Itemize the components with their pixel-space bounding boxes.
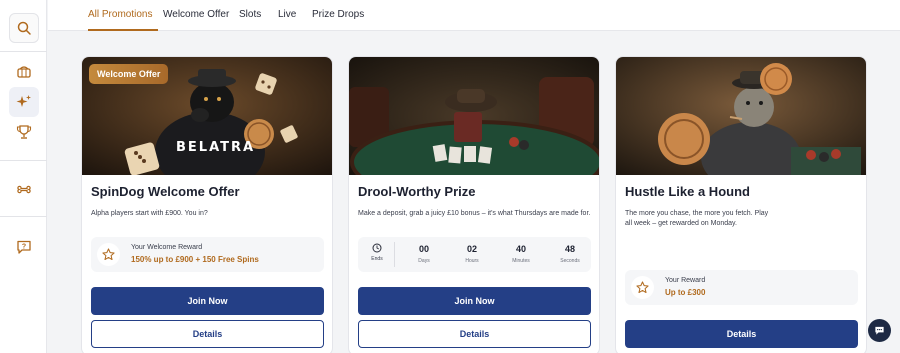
promo-image [349, 57, 599, 175]
reward-value: 150% up to £900 + 150 Free Spins [131, 255, 259, 264]
tab-slots[interactable]: Slots [239, 9, 261, 20]
ends-label: Ends [371, 256, 383, 262]
dog-gambler-illustration [616, 57, 866, 175]
welcome-offer-badge: Welcome Offer [89, 64, 169, 84]
countdown-days: 00 Days [404, 244, 444, 264]
countdown-label: Hours [465, 258, 479, 264]
sidebar-item-help[interactable]: ? [9, 232, 39, 262]
countdown-hours: 02 Hours [452, 244, 492, 264]
sidebar-item-promotions[interactable] [9, 87, 39, 117]
countdown-minutes: 40 Minutes [501, 244, 541, 264]
card-description: The more you chase, the more you fetch. … [625, 210, 769, 227]
tab-prize-drops[interactable]: Prize Drops [312, 9, 364, 20]
sidebar-item-slots[interactable] [9, 57, 39, 87]
provider-logo-text: BELATRA [176, 140, 256, 155]
join-now-button[interactable]: Join Now [358, 287, 591, 315]
bone-icon [17, 185, 31, 194]
sidebar-divider [0, 51, 47, 52]
reward-label: Your Welcome Reward [131, 244, 203, 251]
promo-image: Welcome Offer BELATRA [82, 57, 332, 175]
card-title: Drool-Worthy Prize [358, 184, 476, 199]
countdown-value: 48 [564, 244, 575, 254]
clock-icon [372, 243, 382, 253]
reward-box: Your Welcome Reward 150% up to £900 + 15… [91, 237, 324, 272]
sidebar-item-rewards[interactable] [9, 174, 39, 204]
promo-card-drool-worthy: Drool-Worthy Prize Make a deposit, grab … [348, 56, 600, 353]
reward-box: Your Reward Up to £300 [625, 270, 858, 305]
details-button[interactable]: Details [91, 320, 324, 348]
promotions-tab-bar: All Promotions Welcome Offer Slots Live … [48, 0, 900, 31]
star-icon [631, 276, 654, 299]
tab-live[interactable]: Live [278, 9, 296, 20]
promo-card-hustle: Hustle Like a Hound The more you chase, … [615, 56, 867, 353]
countdown-value: 00 [418, 244, 429, 254]
svg-text:?: ? [22, 244, 26, 251]
active-tab-indicator [88, 29, 158, 31]
tab-all-promotions[interactable]: All Promotions [88, 9, 152, 20]
help-chat-icon: ? [17, 240, 31, 254]
sidebar-divider [0, 160, 47, 161]
poker-table-illustration [349, 57, 599, 175]
details-button[interactable]: Details [625, 320, 858, 348]
countdown-label: Seconds [560, 258, 580, 264]
slots-basket-icon [17, 66, 31, 78]
card-description: Alpha players start with £900. You in? [91, 210, 208, 217]
star-icon [97, 243, 120, 266]
trophy-icon [16, 125, 32, 139]
countdown-label: Days [418, 258, 430, 264]
countdown-value: 02 [466, 244, 477, 254]
countdown-seconds: 48 Seconds [550, 244, 590, 264]
promo-image [616, 57, 866, 175]
countdown-divider [394, 242, 395, 267]
sidebar-item-tournaments[interactable] [9, 117, 39, 147]
countdown-value: 40 [515, 244, 526, 254]
reward-value: Up to £300 [665, 288, 706, 297]
countdown-label: Minutes [512, 258, 530, 264]
search-button[interactable] [9, 13, 39, 43]
countdown-timer: Ends 00 Days 02 Hours 40 Minutes 48 Seco… [358, 237, 591, 272]
sidebar-divider [0, 216, 47, 217]
sidebar: ? [0, 0, 47, 353]
chat-bubble-icon [875, 326, 884, 335]
countdown-ends: Ends [364, 243, 390, 262]
card-title: Hustle Like a Hound [625, 184, 750, 199]
live-chat-button[interactable] [868, 319, 891, 342]
reward-label: Your Reward [665, 277, 706, 284]
card-description: Make a deposit, grab a juicy £10 bonus –… [358, 210, 591, 217]
search-icon [17, 21, 31, 35]
promo-card-welcome: Welcome Offer BELATRA SpinDog Welcome Of… [81, 56, 333, 353]
details-button[interactable]: Details [358, 320, 591, 348]
card-title: SpinDog Welcome Offer [91, 184, 240, 199]
sparkles-icon [16, 95, 31, 107]
tab-welcome-offer[interactable]: Welcome Offer [163, 9, 229, 20]
join-now-button[interactable]: Join Now [91, 287, 324, 315]
